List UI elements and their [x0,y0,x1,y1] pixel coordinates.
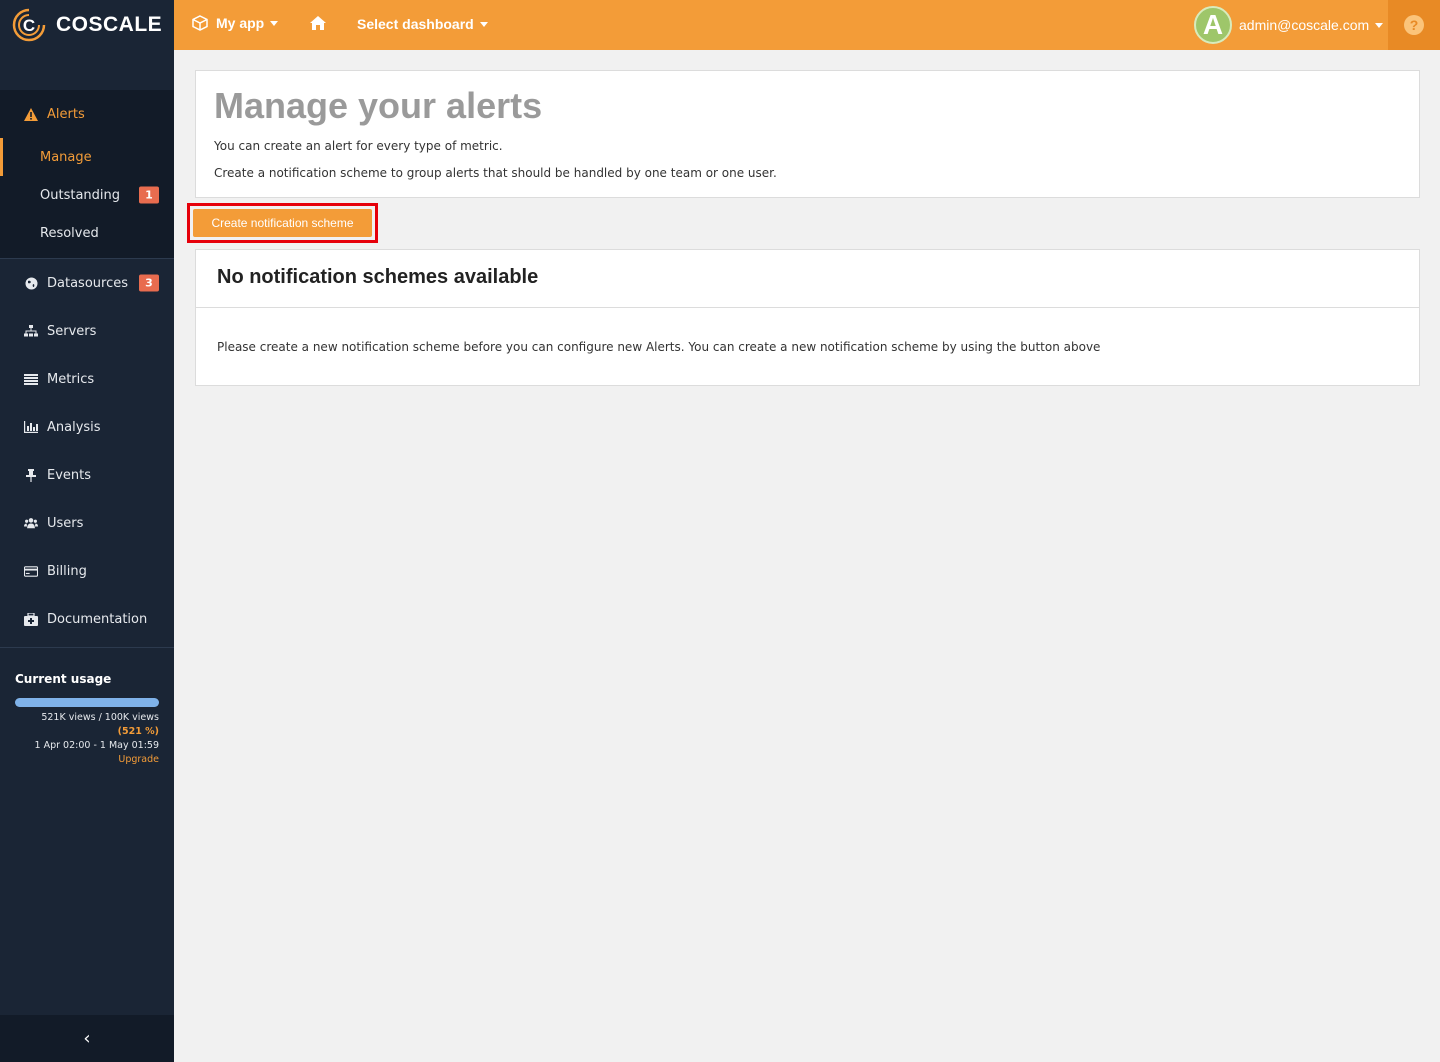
user-menu[interactable]: A admin@coscale.com [1194,6,1384,44]
brand-name: COSCALE [56,13,163,36]
main-nav-list: Datasources 3 Servers Metrics Analysis E… [0,259,174,648]
sidebar-item-label: Events [47,467,92,483]
top-navbar: My app Select dashboard A admin@coscale.… [174,0,1440,50]
sidebar-item-label: Resolved [40,225,99,241]
count-badge: 1 [139,186,159,204]
sidebar-item-billing[interactable]: Billing [0,547,174,595]
sidebar-item-label: Users [47,515,84,531]
count-badge: 3 [139,274,159,292]
sidebar-item-analysis[interactable]: Analysis [0,403,174,451]
page-description: You can create an alert for every type o… [214,139,503,153]
sidebar-nav: Alerts Manage Outstanding 1 Resolved Dat… [0,90,174,648]
alerts-section: Alerts Manage Outstanding 1 Resolved [0,90,174,259]
sidebar-item-datasources[interactable]: Datasources 3 [0,259,174,307]
home-button[interactable] [309,15,327,31]
page-title: Manage your alerts [214,85,543,126]
sidebar-item-label: Billing [47,563,87,579]
list-icon [24,372,38,386]
users-icon [24,516,38,530]
credit-card-icon [24,564,38,578]
globe-icon [24,276,38,290]
sidebar-item-label: Datasources [47,275,128,291]
sidebar-item-label: Metrics [47,371,95,387]
usage-widget: Current usage 521K views / 100K views (5… [15,672,159,767]
usage-title: Current usage [15,672,112,686]
app-selector[interactable]: My app [192,15,279,31]
page-description: Create a notification scheme to group al… [214,166,777,180]
sidebar-item-manage[interactable]: Manage [0,138,174,176]
bar-chart-icon [24,420,38,434]
empty-state-title: No notification schemes available [196,250,1419,308]
svg-text:C: C [23,16,35,35]
sidebar-item-servers[interactable]: Servers [0,307,174,355]
cube-icon [192,15,208,31]
sidebar-item-label: Servers [47,323,97,339]
chevron-left-icon: ‹ [83,1028,91,1049]
sidebar-item-alerts[interactable]: Alerts [0,90,174,138]
sidebar-item-metrics[interactable]: Metrics [0,355,174,403]
sidebar-item-label: Documentation [47,611,148,627]
sidebar-item-label: Outstanding [40,187,120,203]
usage-percent: (521 %) [117,726,159,737]
collapse-sidebar-button[interactable]: ‹ [0,1015,174,1062]
question-icon: ? [1404,15,1424,35]
sidebar-item-label: Analysis [47,419,101,435]
app-selector-label: My app [216,15,265,31]
dashboard-selector-label: Select dashboard [357,16,474,32]
usage-progress-bar [15,698,159,707]
notification-schemes-panel: No notification schemes available Please… [195,249,1420,386]
sidebar-item-outstanding[interactable]: Outstanding 1 [0,176,174,214]
sidebar-item-label: Alerts [47,106,85,122]
medkit-icon [24,612,38,626]
help-button[interactable]: ? [1388,0,1440,50]
caret-down-icon [270,20,279,26]
highlight-box: Create notification scheme [187,203,378,243]
usage-views-text: 521K views / 100K views [41,712,159,723]
home-icon [310,16,326,30]
user-email: admin@coscale.com [1239,17,1370,33]
warning-icon [24,107,38,121]
upgrade-link[interactable]: Upgrade [15,753,159,767]
sidebar-item-resolved[interactable]: Resolved [0,214,174,252]
coscale-logo-icon: C [12,8,46,42]
caret-down-icon [479,21,488,27]
avatar: A [1194,6,1232,44]
sidebar-item-users[interactable]: Users [0,499,174,547]
empty-state-message: Please create a new notification scheme … [217,340,1101,354]
page-header-panel: Manage your alerts You can create an ale… [195,70,1420,198]
sidebar-item-events[interactable]: Events [0,451,174,499]
sidebar-item-documentation[interactable]: Documentation [0,595,174,643]
caret-down-icon [1375,22,1384,28]
usage-period: 1 Apr 02:00 - 1 May 01:59 [34,740,159,751]
usage-views: 521K views / 100K views (521 %) [15,711,159,739]
create-notification-scheme-button[interactable]: Create notification scheme [193,209,372,237]
sitemap-icon [24,324,38,338]
dashboard-selector[interactable]: Select dashboard [357,16,488,32]
pin-icon [24,468,38,482]
sidebar-item-label: Manage [40,149,92,165]
sidebar: C COSCALE Alerts Manage Outstanding 1 Re… [0,0,174,1062]
logo[interactable]: C COSCALE [0,0,174,50]
